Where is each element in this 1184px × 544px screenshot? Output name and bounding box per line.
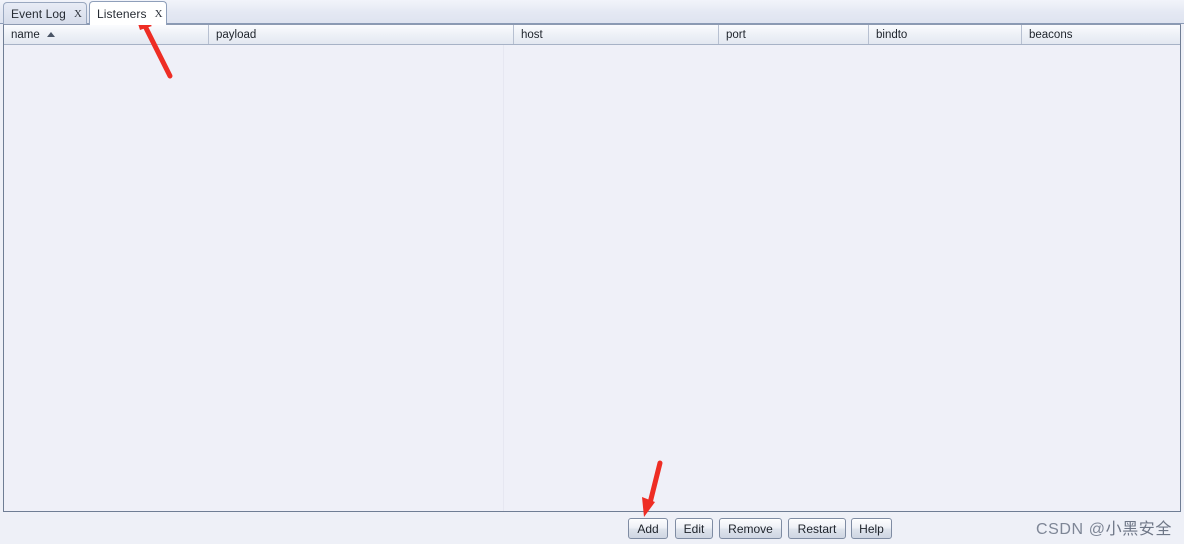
listeners-table-header: name payload host port bindto beacons (4, 25, 1180, 45)
column-header-host[interactable]: host (514, 25, 719, 44)
column-header-host-label: host (521, 28, 543, 41)
column-header-bindto-label: bindto (876, 28, 908, 41)
column-divider (503, 45, 504, 511)
edit-button[interactable]: Edit (675, 518, 713, 539)
tab-event-log-close-icon[interactable]: X (74, 8, 82, 20)
tab-listeners[interactable]: Listeners X (89, 1, 167, 25)
tab-strip: Event Log X Listeners X (0, 0, 1184, 25)
column-header-beacons-label: beacons (1029, 28, 1073, 41)
remove-button[interactable]: Remove (719, 518, 782, 539)
tab-event-log[interactable]: Event Log X (3, 2, 87, 24)
sort-ascending-icon (46, 32, 55, 37)
column-header-name[interactable]: name (4, 25, 209, 44)
listeners-table-panel: name payload host port bindto beacons (3, 24, 1181, 512)
watermark-author: 小黑安全 (1105, 521, 1172, 538)
help-button[interactable]: Help (851, 518, 892, 539)
restart-button[interactable]: Restart (788, 518, 846, 539)
listeners-table-body[interactable] (4, 45, 1180, 511)
column-header-port[interactable]: port (719, 25, 869, 44)
csdn-watermark: CSDN @小黑安全 (1036, 515, 1172, 539)
column-header-name-label: name (11, 28, 40, 41)
column-header-payload-label: payload (216, 28, 257, 41)
tab-listeners-close-icon[interactable]: X (155, 8, 163, 20)
column-header-beacons[interactable]: beacons (1022, 25, 1180, 44)
column-header-port-label: port (726, 28, 746, 41)
tab-event-log-label: Event Log (11, 6, 66, 21)
watermark-prefix: CSDN @ (1035, 521, 1106, 538)
column-header-payload[interactable]: payload (209, 25, 514, 44)
action-button-bar: Add Edit Remove Restart Help (0, 512, 1184, 544)
column-header-bindto[interactable]: bindto (869, 25, 1022, 44)
add-button[interactable]: Add (628, 518, 668, 539)
cobalt-strike-listeners-window: Event Log X Listeners X name payload hos… (0, 0, 1184, 544)
tab-listeners-label: Listeners (97, 6, 147, 21)
